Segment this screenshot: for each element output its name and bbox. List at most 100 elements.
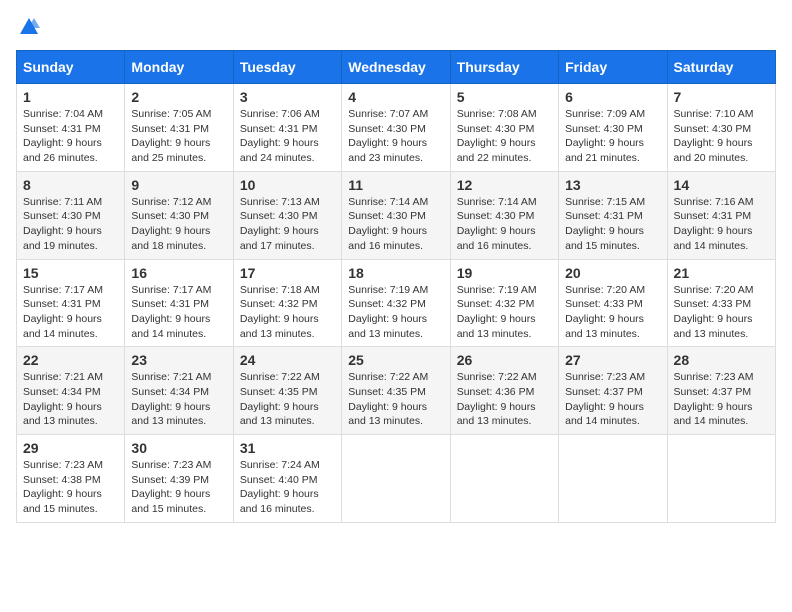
calendar-cell: 29 Sunrise: 7:23 AMSunset: 4:38 PMDayligh… [17,435,125,523]
day-info: Sunrise: 7:04 AMSunset: 4:31 PMDaylight:… [23,107,118,166]
calendar-cell [667,435,775,523]
day-number: 8 [23,177,118,193]
day-info: Sunrise: 7:20 AMSunset: 4:33 PMDaylight:… [674,283,769,342]
day-number: 29 [23,440,118,456]
day-info: Sunrise: 7:08 AMSunset: 4:30 PMDaylight:… [457,107,552,166]
day-number: 4 [348,89,443,105]
day-info: Sunrise: 7:18 AMSunset: 4:32 PMDaylight:… [240,283,335,342]
calendar-cell: 24 Sunrise: 7:22 AMSunset: 4:35 PMDayligh… [233,347,341,435]
calendar-cell: 12 Sunrise: 7:14 AMSunset: 4:30 PMDayligh… [450,171,558,259]
day-info: Sunrise: 7:23 AMSunset: 4:38 PMDaylight:… [23,458,118,517]
day-number: 19 [457,265,552,281]
calendar-cell: 4 Sunrise: 7:07 AMSunset: 4:30 PMDaylight… [342,84,450,172]
day-number: 10 [240,177,335,193]
calendar-header-thursday: Thursday [450,51,558,84]
day-number: 1 [23,89,118,105]
day-info: Sunrise: 7:22 AMSunset: 4:35 PMDaylight:… [240,370,335,429]
day-number: 21 [674,265,769,281]
day-number: 12 [457,177,552,193]
calendar-week-row: 29 Sunrise: 7:23 AMSunset: 4:38 PMDayligh… [17,435,776,523]
day-info: Sunrise: 7:22 AMSunset: 4:36 PMDaylight:… [457,370,552,429]
calendar-cell: 10Sunrise: 7:13 AMSunset: 4:30 PMDayligh… [233,171,341,259]
calendar-week-row: 8 Sunrise: 7:11 AMSunset: 4:30 PMDaylight… [17,171,776,259]
day-info: Sunrise: 7:23 AMSunset: 4:39 PMDaylight:… [131,458,226,517]
day-info: Sunrise: 7:15 AMSunset: 4:31 PMDaylight:… [565,195,660,254]
calendar-cell: 30 Sunrise: 7:23 AMSunset: 4:39 PMDayligh… [125,435,233,523]
calendar-week-row: 22 Sunrise: 7:21 AMSunset: 4:34 PMDayligh… [17,347,776,435]
day-number: 18 [348,265,443,281]
calendar-cell: 26 Sunrise: 7:22 AMSunset: 4:36 PMDayligh… [450,347,558,435]
day-number: 30 [131,440,226,456]
calendar-cell: 17 Sunrise: 7:18 AMSunset: 4:32 PMDayligh… [233,259,341,347]
calendar-cell: 25 Sunrise: 7:22 AMSunset: 4:35 PMDayligh… [342,347,450,435]
calendar-cell: 20 Sunrise: 7:20 AMSunset: 4:33 PMDayligh… [559,259,667,347]
day-number: 6 [565,89,660,105]
logo [16,16,40,38]
day-info: Sunrise: 7:19 AMSunset: 4:32 PMDaylight:… [348,283,443,342]
day-number: 16 [131,265,226,281]
calendar-header-tuesday: Tuesday [233,51,341,84]
day-info: Sunrise: 7:24 AMSunset: 4:40 PMDaylight:… [240,458,335,517]
calendar-cell [450,435,558,523]
day-number: 23 [131,352,226,368]
calendar-header-saturday: Saturday [667,51,775,84]
day-info: Sunrise: 7:07 AMSunset: 4:30 PMDaylight:… [348,107,443,166]
day-info: Sunrise: 7:09 AMSunset: 4:30 PMDaylight:… [565,107,660,166]
day-info: Sunrise: 7:14 AMSunset: 4:30 PMDaylight:… [457,195,552,254]
calendar-header-friday: Friday [559,51,667,84]
day-number: 24 [240,352,335,368]
day-info: Sunrise: 7:21 AMSunset: 4:34 PMDaylight:… [131,370,226,429]
page-header [16,16,776,38]
day-info: Sunrise: 7:16 AMSunset: 4:31 PMDaylight:… [674,195,769,254]
calendar-cell: 16 Sunrise: 7:17 AMSunset: 4:31 PMDayligh… [125,259,233,347]
day-number: 27 [565,352,660,368]
day-info: Sunrise: 7:20 AMSunset: 4:33 PMDaylight:… [565,283,660,342]
calendar-cell: 14 Sunrise: 7:16 AMSunset: 4:31 PMDayligh… [667,171,775,259]
calendar-header-row: SundayMondayTuesdayWednesdayThursdayFrid… [17,51,776,84]
day-number: 2 [131,89,226,105]
day-info: Sunrise: 7:21 AMSunset: 4:34 PMDaylight:… [23,370,118,429]
calendar-cell: 15Sunrise: 7:17 AMSunset: 4:31 PMDayligh… [17,259,125,347]
day-number: 5 [457,89,552,105]
calendar-header-monday: Monday [125,51,233,84]
day-info: Sunrise: 7:17 AMSunset: 4:31 PMDaylight:… [23,283,118,342]
day-info: Sunrise: 7:14 AMSunset: 4:30 PMDaylight:… [348,195,443,254]
day-info: Sunrise: 7:17 AMSunset: 4:31 PMDaylight:… [131,283,226,342]
day-number: 25 [348,352,443,368]
logo-icon [18,16,40,38]
calendar-header-sunday: Sunday [17,51,125,84]
calendar-cell: 28Sunrise: 7:23 AMSunset: 4:37 PMDayligh… [667,347,775,435]
day-number: 3 [240,89,335,105]
calendar-header-wednesday: Wednesday [342,51,450,84]
day-number: 7 [674,89,769,105]
calendar-week-row: 15Sunrise: 7:17 AMSunset: 4:31 PMDayligh… [17,259,776,347]
day-number: 26 [457,352,552,368]
day-number: 11 [348,177,443,193]
day-number: 31 [240,440,335,456]
calendar-cell: 22 Sunrise: 7:21 AMSunset: 4:34 PMDayligh… [17,347,125,435]
day-number: 17 [240,265,335,281]
calendar-cell: 2Sunrise: 7:05 AMSunset: 4:31 PMDaylight… [125,84,233,172]
calendar-cell: 3 Sunrise: 7:06 AMSunset: 4:31 PMDaylight… [233,84,341,172]
day-info: Sunrise: 7:11 AMSunset: 4:30 PMDaylight:… [23,195,118,254]
calendar-cell: 18 Sunrise: 7:19 AMSunset: 4:32 PMDayligh… [342,259,450,347]
calendar-cell: 11 Sunrise: 7:14 AMSunset: 4:30 PMDayligh… [342,171,450,259]
calendar-cell: 8 Sunrise: 7:11 AMSunset: 4:30 PMDaylight… [17,171,125,259]
day-number: 14 [674,177,769,193]
calendar-cell: 23 Sunrise: 7:21 AMSunset: 4:34 PMDayligh… [125,347,233,435]
day-number: 22 [23,352,118,368]
calendar-week-row: 1 Sunrise: 7:04 AMSunset: 4:31 PMDaylight… [17,84,776,172]
calendar-cell: 13 Sunrise: 7:15 AMSunset: 4:31 PMDayligh… [559,171,667,259]
calendar-cell [342,435,450,523]
calendar-cell: 7Sunrise: 7:10 AMSunset: 4:30 PMDaylight… [667,84,775,172]
day-number: 13 [565,177,660,193]
day-number: 20 [565,265,660,281]
calendar-cell: 27Sunrise: 7:23 AMSunset: 4:37 PMDayligh… [559,347,667,435]
day-number: 9 [131,177,226,193]
calendar-cell: 21 Sunrise: 7:20 AMSunset: 4:33 PMDayligh… [667,259,775,347]
day-info: Sunrise: 7:22 AMSunset: 4:35 PMDaylight:… [348,370,443,429]
calendar-cell [559,435,667,523]
calendar-cell: 5 Sunrise: 7:08 AMSunset: 4:30 PMDaylight… [450,84,558,172]
calendar-cell: 6 Sunrise: 7:09 AMSunset: 4:30 PMDaylight… [559,84,667,172]
day-info: Sunrise: 7:06 AMSunset: 4:31 PMDaylight:… [240,107,335,166]
